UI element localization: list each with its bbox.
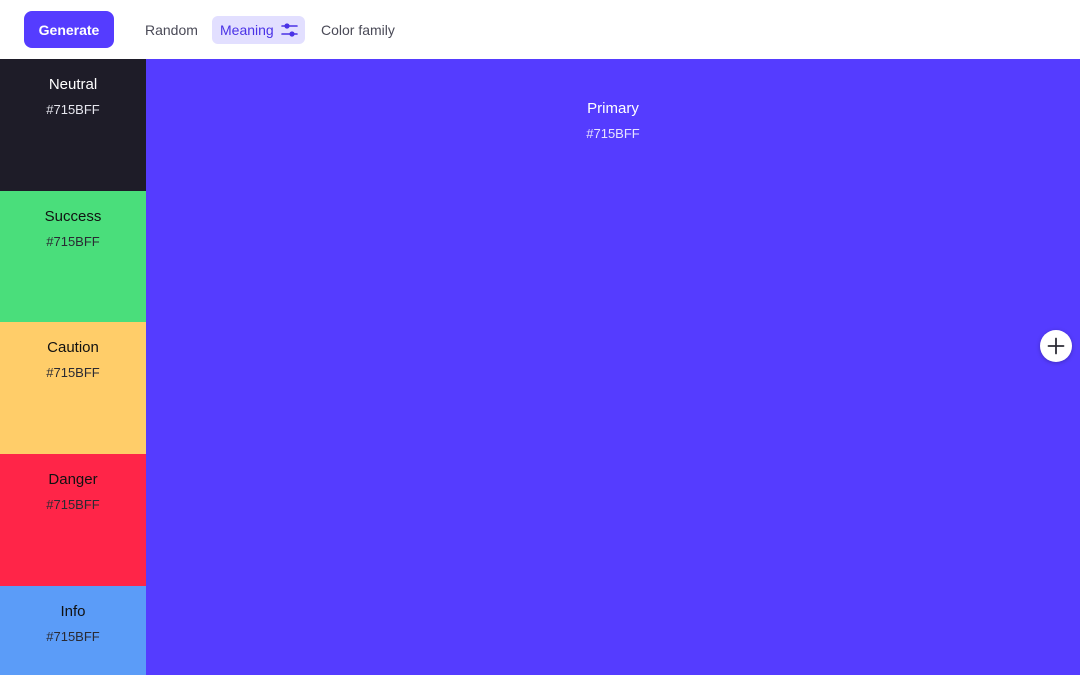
swatch-caution[interactable]: Caution #715BFF — [0, 322, 146, 454]
swatch-success[interactable]: Success #715BFF — [0, 191, 146, 322]
tab-meaning[interactable]: Meaning — [212, 16, 305, 44]
swatch-name: Success — [44, 208, 102, 225]
swatch-hex: #715BFF — [46, 497, 100, 512]
swatch-name: Danger — [48, 471, 98, 488]
tab-meaning-label: Meaning — [220, 22, 274, 38]
swatch-hex: #715BFF — [46, 365, 100, 380]
sliders-icon[interactable] — [281, 22, 298, 38]
plus-icon — [1047, 337, 1065, 355]
semantic-color-sidebar: Neutral #715BFF Success #715BFF Caution … — [0, 59, 146, 675]
swatch-name: Info — [60, 603, 86, 620]
primary-color-panel[interactable]: Primary #715BFF — [146, 59, 1080, 675]
generate-button[interactable]: Generate — [24, 11, 114, 48]
swatch-name: Neutral — [48, 76, 98, 93]
swatch-hex: #715BFF — [46, 102, 100, 117]
swatch-danger[interactable]: Danger #715BFF — [0, 454, 146, 586]
add-color-button[interactable] — [1040, 330, 1072, 362]
swatch-hex: #715BFF — [46, 234, 100, 249]
primary-hex: #715BFF — [586, 126, 640, 141]
tab-random[interactable]: Random — [145, 16, 198, 44]
swatch-neutral[interactable]: Neutral #715BFF — [0, 59, 146, 191]
primary-name: Primary — [587, 100, 639, 117]
swatch-name: Caution — [47, 339, 99, 356]
swatch-hex: #715BFF — [46, 629, 100, 644]
top-toolbar: Generate Random Meaning Color family — [0, 0, 1080, 59]
swatch-info[interactable]: Info #715BFF — [0, 586, 146, 675]
tab-color-family[interactable]: Color family — [321, 16, 395, 44]
